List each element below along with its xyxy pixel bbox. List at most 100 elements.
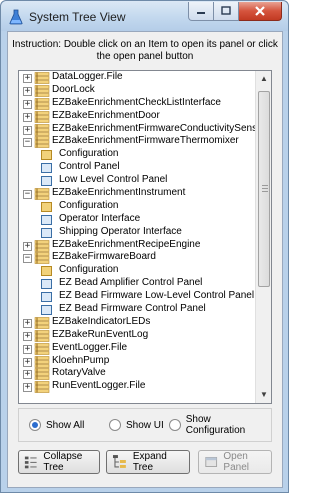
expand-node-icon[interactable]: + bbox=[23, 357, 32, 367]
close-icon bbox=[255, 6, 265, 16]
tree-group-node[interactable]: − EZBakeEnrichmentInstrument bbox=[19, 187, 255, 200]
radio-button[interactable] bbox=[29, 419, 41, 431]
collapse-node-icon[interactable]: − bbox=[23, 254, 32, 264]
tree-group-node[interactable]: + EZBakeEnrichmentCheckListInterface bbox=[19, 97, 255, 110]
expand-node-icon[interactable]: + bbox=[23, 112, 32, 122]
panel-icon bbox=[41, 163, 52, 174]
expand-node-icon[interactable]: + bbox=[23, 383, 32, 393]
collapse-tree-button[interactable]: Collapse Tree bbox=[18, 450, 100, 474]
tree-leaf-node[interactable]: EZ Bead Firmware Control Panel bbox=[19, 303, 255, 316]
tree-group-node[interactable]: + EZBakeEnrichmentDoor bbox=[19, 110, 255, 123]
minimize-button[interactable] bbox=[188, 2, 214, 21]
tree-group-node[interactable]: + RotaryValve bbox=[19, 367, 255, 381]
tree-group-node[interactable]: + DoorLock bbox=[19, 84, 255, 97]
tree-leaf-node[interactable]: Low Level Control Panel bbox=[19, 174, 255, 187]
folder-stack-icon bbox=[34, 252, 50, 265]
client-area: Instruction: Double click on an Item to … bbox=[7, 31, 283, 488]
panel-icon bbox=[41, 176, 52, 187]
tree-group-node[interactable]: + EZBakeEnrichmentRecipeEngine bbox=[19, 239, 255, 252]
tree-node-label: EZBakeEnrichmentFirmwareThermomixer bbox=[52, 135, 239, 147]
tree-node-label: Shipping Operator Interface bbox=[59, 225, 182, 237]
instruction-text: Instruction: Double click on an Item to … bbox=[12, 39, 278, 62]
scroll-grip-line bbox=[262, 185, 268, 186]
collapse-node-icon[interactable]: − bbox=[23, 138, 32, 148]
tree-node-label: Configuration bbox=[59, 148, 119, 160]
folder-stack-icon bbox=[34, 342, 50, 355]
expand-node-icon[interactable]: + bbox=[23, 331, 32, 341]
tree-group-node[interactable]: + EZBakeEnrichmentFirmwareConductivitySen… bbox=[19, 123, 266, 136]
folder-stack-icon bbox=[34, 330, 50, 342]
radio-show-all[interactable]: Show All bbox=[29, 418, 84, 432]
expand-node-icon[interactable]: + bbox=[23, 125, 32, 135]
vertical-scrollbar[interactable]: ▲ ▼ bbox=[255, 71, 271, 403]
open-panel-icon bbox=[205, 457, 218, 467]
tree-group-node[interactable]: − EZBakeFirmwareBoard bbox=[19, 251, 255, 265]
system-tree[interactable]: + DataLogger.File + DoorLock + EZBakeEnrichme… bbox=[18, 70, 272, 404]
window-title: System Tree View bbox=[29, 10, 126, 24]
expand-node-icon[interactable]: + bbox=[23, 86, 32, 96]
expand-node-icon[interactable]: + bbox=[23, 241, 32, 251]
configuration-icon bbox=[41, 266, 52, 277]
folder-stack-icon bbox=[34, 136, 50, 149]
tree-node-label: RotaryValve bbox=[52, 367, 106, 379]
panel-icon bbox=[41, 279, 52, 290]
scroll-thumb[interactable] bbox=[258, 91, 270, 287]
tree-node-list: + DataLogger.File + DoorLock + EZBakeEnrichme… bbox=[19, 71, 266, 394]
tree-node-label: KloehnPump bbox=[52, 354, 110, 366]
button-row: Collapse Tree Expand Tree Open Panel bbox=[18, 450, 272, 476]
radio-button[interactable] bbox=[109, 419, 121, 431]
folder-stack-icon bbox=[34, 85, 50, 97]
tree-group-node[interactable]: − EZBakeEnrichmentFirmwareThermomixer bbox=[19, 135, 255, 149]
tree-node-label: EZBakeEnrichmentInstrument bbox=[52, 187, 186, 199]
open-panel-label: Open Panel bbox=[223, 451, 249, 473]
tree-node-label: Operator Interface bbox=[59, 212, 141, 224]
expand-node-icon[interactable]: + bbox=[23, 99, 32, 109]
tree-leaf-node[interactable]: EZ Bead Firmware Low-Level Control Panel bbox=[19, 290, 255, 303]
system-tree-view-window: System Tree View Instruction: Double cli… bbox=[0, 0, 289, 493]
maximize-button[interactable] bbox=[214, 2, 239, 21]
tree-node-label: RunEventLogger.File bbox=[52, 380, 146, 392]
tree-group-node[interactable]: + DataLogger.File bbox=[19, 71, 255, 84]
folder-stack-icon bbox=[34, 381, 50, 394]
scroll-grip-line bbox=[262, 188, 268, 189]
tree-leaf-node[interactable]: EZ Bead Amplifier Control Panel bbox=[19, 277, 255, 290]
expand-tree-icon bbox=[112, 455, 126, 468]
tree-group-node[interactable]: + KloehnPump bbox=[19, 355, 255, 368]
tree-group-node[interactable]: + EZBakeIndicatorLEDs bbox=[19, 316, 255, 329]
expand-node-icon[interactable]: + bbox=[23, 74, 32, 83]
folder-stack-icon bbox=[34, 368, 50, 381]
tree-group-node[interactable]: + EZBakeRunEventLog bbox=[19, 329, 255, 342]
radio-show-ui[interactable]: Show UI bbox=[109, 418, 164, 432]
folder-stack-icon bbox=[34, 72, 50, 84]
tree-node-label: EZBakeRunEventLog bbox=[52, 328, 149, 340]
tree-node-label: EZ Bead Amplifier Control Panel bbox=[59, 277, 203, 289]
close-button[interactable] bbox=[239, 2, 282, 21]
expand-node-icon[interactable]: + bbox=[23, 318, 32, 328]
folder-stack-icon bbox=[34, 355, 50, 368]
open-panel-button[interactable]: Open Panel bbox=[198, 450, 272, 474]
scroll-down-button[interactable]: ▼ bbox=[256, 387, 271, 403]
tree-leaf-node[interactable]: Configuration bbox=[19, 148, 255, 161]
tree-leaf-node[interactable]: Control Panel bbox=[19, 161, 255, 174]
tree-group-node[interactable]: + RunEventLogger.File bbox=[19, 380, 255, 394]
collapse-node-icon[interactable]: − bbox=[23, 190, 32, 200]
expand-tree-button[interactable]: Expand Tree bbox=[106, 450, 190, 474]
tree-node-label: EZBakeEnrichmentRecipeEngine bbox=[52, 238, 201, 250]
tree-leaf-node[interactable]: Configuration bbox=[19, 200, 255, 213]
tree-leaf-node[interactable]: Shipping Operator Interface bbox=[19, 226, 255, 239]
tree-node-label: DataLogger.File bbox=[52, 71, 123, 82]
tree-leaf-node[interactable]: Configuration bbox=[19, 264, 255, 277]
expand-node-icon[interactable]: + bbox=[23, 370, 32, 380]
tree-leaf-node[interactable]: Operator Interface bbox=[19, 213, 255, 226]
radio-button[interactable] bbox=[169, 419, 181, 431]
panel-icon bbox=[41, 305, 52, 316]
title-bar[interactable]: System Tree View bbox=[1, 1, 288, 31]
expand-node-icon[interactable]: + bbox=[23, 344, 32, 354]
tree-node-label: EZBakeFirmwareBoard bbox=[52, 251, 156, 263]
radio-show-configuration[interactable]: Show Configuration bbox=[169, 414, 271, 436]
folder-stack-icon bbox=[34, 317, 50, 329]
scroll-up-button[interactable]: ▲ bbox=[256, 71, 271, 87]
folder-stack-icon bbox=[34, 110, 50, 123]
tree-group-node[interactable]: + EventLogger.File bbox=[19, 342, 255, 355]
window-controls bbox=[188, 2, 282, 21]
